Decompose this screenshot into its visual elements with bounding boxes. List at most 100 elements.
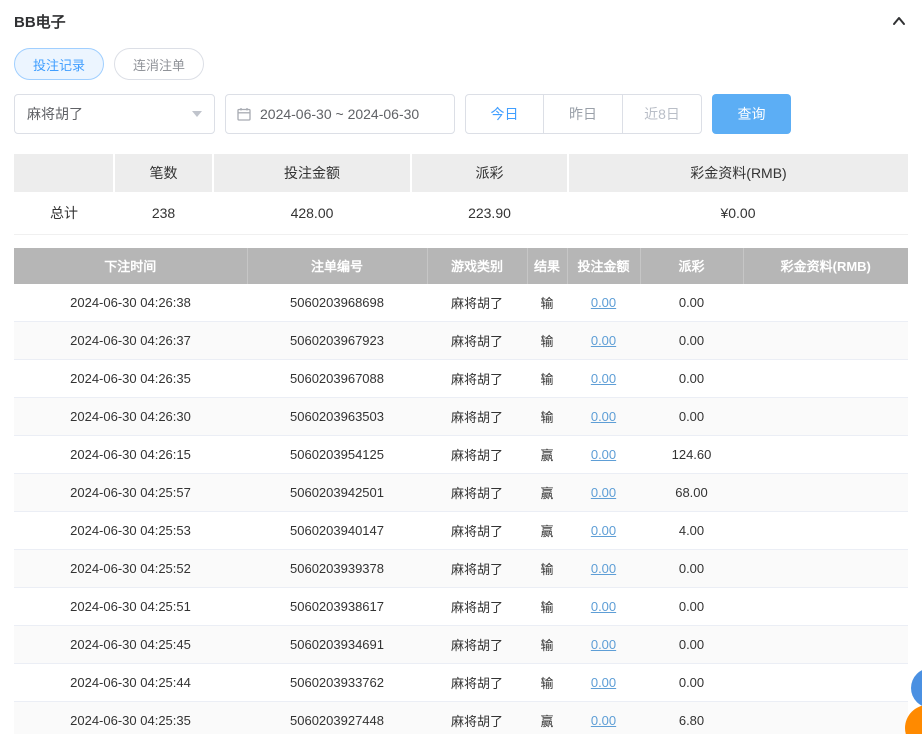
calendar-icon bbox=[236, 106, 252, 122]
bonus-cell bbox=[743, 663, 908, 702]
table-row: 2024-06-30 04:26:35 5060203967088 麻将胡了 输… bbox=[14, 359, 908, 398]
col-payout: 派彩 bbox=[640, 247, 744, 284]
col-bet-amount: 投注金额 bbox=[567, 247, 641, 284]
quick-yesterday-button[interactable]: 昨日 bbox=[544, 94, 623, 134]
bet-amount-link[interactable]: 0.00 bbox=[591, 523, 616, 538]
bet-amount-link[interactable]: 0.00 bbox=[591, 637, 616, 652]
bonus-cell bbox=[743, 511, 908, 550]
table-row: 2024-06-30 04:26:30 5060203963503 麻将胡了 输… bbox=[14, 397, 908, 436]
summary-header-count: 笔数 bbox=[114, 154, 214, 192]
game-type-cell: 麻将胡了 bbox=[427, 625, 527, 664]
tab-bet-records[interactable]: 投注记录 bbox=[14, 48, 105, 80]
payout-cell: 6.80 bbox=[640, 701, 743, 734]
table-row: 2024-06-30 04:25:53 5060203940147 麻将胡了 赢… bbox=[14, 511, 908, 550]
game-type-cell: 麻将胡了 bbox=[427, 435, 527, 474]
game-type-cell: 麻将胡了 bbox=[427, 587, 527, 626]
result-cell: 输 bbox=[527, 625, 567, 664]
floating-chat-button[interactable] bbox=[911, 668, 922, 708]
result-cell: 输 bbox=[527, 321, 567, 360]
order-id-cell: 5060203942501 bbox=[247, 473, 427, 512]
filter-bar: 麻将胡了 2024-06-30 ~ 2024-06-30 今日 昨日 近8日 查… bbox=[14, 94, 908, 134]
payout-cell: 4.00 bbox=[640, 511, 743, 550]
payout-cell: 0.00 bbox=[640, 587, 743, 626]
quick-last8days-button[interactable]: 近8日 bbox=[623, 94, 702, 134]
panel-header: BB电子 bbox=[14, 0, 908, 34]
bet-time-cell: 2024-06-30 04:26:37 bbox=[14, 321, 247, 360]
chevron-up-icon[interactable] bbox=[890, 14, 908, 28]
order-id-cell: 5060203940147 bbox=[247, 511, 427, 550]
bet-time-cell: 2024-06-30 04:25:51 bbox=[14, 587, 247, 626]
bet-amount-link[interactable]: 0.00 bbox=[591, 675, 616, 690]
game-select[interactable]: 麻将胡了 bbox=[14, 94, 215, 134]
col-order-id: 注单编号 bbox=[247, 247, 428, 284]
result-cell: 输 bbox=[527, 549, 567, 588]
payout-cell: 0.00 bbox=[640, 321, 743, 360]
result-cell: 输 bbox=[527, 587, 567, 626]
order-id-cell: 5060203954125 bbox=[247, 435, 427, 474]
bonus-cell bbox=[743, 321, 908, 360]
result-cell: 赢 bbox=[527, 435, 567, 474]
order-id-cell: 5060203968698 bbox=[247, 283, 427, 322]
quick-today-button[interactable]: 今日 bbox=[465, 94, 544, 134]
tab-combo-cancel-orders[interactable]: 连消注单 bbox=[114, 48, 205, 80]
table-row: 2024-06-30 04:26:38 5060203968698 麻将胡了 输… bbox=[14, 283, 908, 322]
bonus-cell bbox=[743, 701, 908, 734]
result-cell: 输 bbox=[527, 359, 567, 398]
bet-amount-link[interactable]: 0.00 bbox=[591, 333, 616, 348]
bet-time-cell: 2024-06-30 04:25:45 bbox=[14, 625, 247, 664]
bet-amount-cell: 0.00 bbox=[567, 701, 640, 734]
query-button[interactable]: 查询 bbox=[712, 94, 791, 134]
table-row: 2024-06-30 04:25:35 5060203927448 麻将胡了 赢… bbox=[14, 701, 908, 734]
col-game-type: 游戏类别 bbox=[427, 247, 528, 284]
chevron-down-icon bbox=[192, 111, 202, 117]
order-id-cell: 5060203927448 bbox=[247, 701, 427, 734]
bet-time-cell: 2024-06-30 04:25:52 bbox=[14, 549, 247, 588]
bet-amount-cell: 0.00 bbox=[567, 321, 640, 360]
bet-amount-link[interactable]: 0.00 bbox=[591, 409, 616, 424]
game-type-cell: 麻将胡了 bbox=[427, 359, 527, 398]
table-row: 2024-06-30 04:25:51 5060203938617 麻将胡了 输… bbox=[14, 587, 908, 626]
bet-time-cell: 2024-06-30 04:25:53 bbox=[14, 511, 247, 550]
bet-amount-link[interactable]: 0.00 bbox=[591, 447, 616, 462]
table-row: 2024-06-30 04:25:52 5060203939378 麻将胡了 输… bbox=[14, 549, 908, 588]
bet-time-cell: 2024-06-30 04:26:15 bbox=[14, 435, 247, 474]
summary-total-payout: 223.90 bbox=[411, 192, 568, 235]
date-range-picker[interactable]: 2024-06-30 ~ 2024-06-30 bbox=[225, 94, 455, 134]
order-id-cell: 5060203939378 bbox=[247, 549, 427, 588]
bet-amount-cell: 0.00 bbox=[567, 397, 640, 436]
bet-amount-cell: 0.00 bbox=[567, 473, 640, 512]
bet-amount-link[interactable]: 0.00 bbox=[591, 561, 616, 576]
payout-cell: 68.00 bbox=[640, 473, 743, 512]
bet-amount-link[interactable]: 0.00 bbox=[591, 713, 616, 728]
bet-amount-cell: 0.00 bbox=[567, 549, 640, 588]
bet-amount-link[interactable]: 0.00 bbox=[591, 371, 616, 386]
bet-amount-link[interactable]: 0.00 bbox=[591, 485, 616, 500]
payout-cell: 0.00 bbox=[640, 549, 743, 588]
page-title: BB电子 bbox=[14, 13, 66, 31]
order-id-cell: 5060203938617 bbox=[247, 587, 427, 626]
game-type-cell: 麻将胡了 bbox=[427, 397, 527, 436]
order-id-cell: 5060203933762 bbox=[247, 663, 427, 702]
bet-amount-link[interactable]: 0.00 bbox=[591, 295, 616, 310]
bet-time-cell: 2024-06-30 04:25:57 bbox=[14, 473, 247, 512]
records-table: 下注时间 注单编号 游戏类别 结果 投注金额 派彩 彩金资料(RMB) 2024… bbox=[14, 247, 908, 734]
table-row: 2024-06-30 04:25:44 5060203933762 麻将胡了 输… bbox=[14, 663, 908, 702]
col-bonus: 彩金资料(RMB) bbox=[743, 247, 908, 284]
bet-time-cell: 2024-06-30 04:26:35 bbox=[14, 359, 247, 398]
tabs: 投注记录 连消注单 bbox=[14, 48, 908, 80]
bet-amount-link[interactable]: 0.00 bbox=[591, 599, 616, 614]
result-cell: 输 bbox=[527, 397, 567, 436]
summary-header-blank bbox=[14, 154, 115, 192]
summary-header-payout: 派彩 bbox=[411, 154, 569, 192]
bet-time-cell: 2024-06-30 04:26:38 bbox=[14, 283, 247, 322]
bet-amount-cell: 0.00 bbox=[567, 283, 640, 322]
game-type-cell: 麻将胡了 bbox=[427, 511, 527, 550]
bonus-cell bbox=[743, 359, 908, 398]
quick-date-group: 今日 昨日 近8日 bbox=[465, 94, 702, 134]
order-id-cell: 5060203967088 bbox=[247, 359, 427, 398]
betting-records-panel: BB电子 投注记录 连消注单 麻将胡了 2024-06-30 ~ 2024-06… bbox=[0, 0, 922, 734]
result-cell: 赢 bbox=[527, 511, 567, 550]
result-cell: 输 bbox=[527, 663, 567, 702]
records-header-row: 下注时间 注单编号 游戏类别 结果 投注金额 派彩 彩金资料(RMB) bbox=[14, 247, 908, 284]
bet-time-cell: 2024-06-30 04:25:44 bbox=[14, 663, 247, 702]
